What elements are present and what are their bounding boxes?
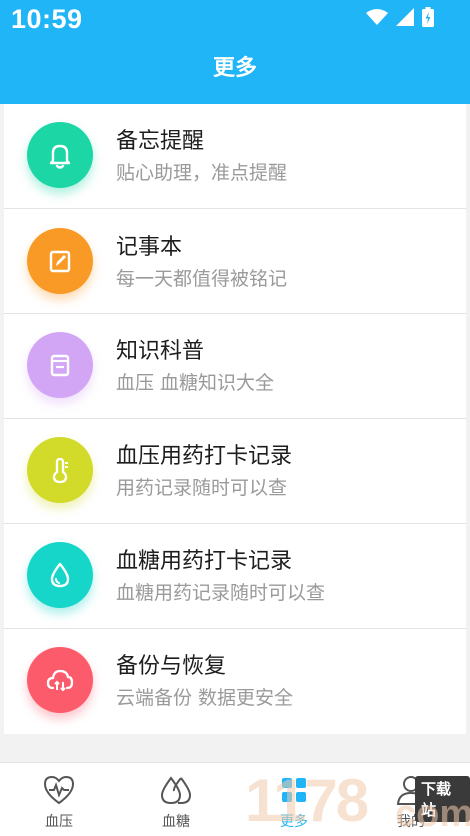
menu-item-bp-medication[interactable]: 血压用药打卡记录 用药记录随时可以查	[4, 419, 466, 524]
menu-item-backup-restore[interactable]: 备份与恢复 云端备份 数据更安全	[4, 629, 466, 734]
tab-label: 血压	[45, 814, 73, 830]
menu-item-notebook[interactable]: 记事本 每一天都值得被铭记	[4, 209, 466, 314]
menu-item-bg-medication[interactable]: 血糖用药打卡记录 血糖用药记录随时可以查	[4, 524, 466, 629]
heart-pulse-icon	[43, 775, 75, 805]
grid-icon	[282, 778, 306, 802]
menu-item-title: 备忘提醒	[116, 129, 205, 154]
menu-item-memo-reminder[interactable]: 备忘提醒 贴心助理，准点提醒	[4, 104, 466, 209]
wifi-icon	[366, 9, 388, 25]
tab-blood-glucose[interactable]: 血糖	[117, 763, 235, 836]
menu-item-title: 知识科普	[116, 339, 205, 364]
tab-label: 我的	[397, 814, 425, 830]
menu-item-subtitle: 用药记录随时可以查	[116, 477, 288, 499]
menu-item-knowledge[interactable]: 知识科普 血压 血糖知识大全	[4, 314, 466, 419]
page-title: 更多	[212, 56, 257, 81]
menu-item-title: 血压用药打卡记录	[116, 444, 293, 469]
menu-item-title: 血糖用药打卡记录	[116, 549, 293, 574]
menu-item-subtitle: 血压 血糖知识大全	[116, 372, 275, 394]
tab-label: 血糖	[162, 814, 190, 830]
bell-icon	[27, 122, 93, 188]
tab-mine[interactable]: 我的	[352, 763, 470, 836]
status-time: 10:59	[11, 4, 83, 34]
book-icon	[27, 332, 93, 398]
menu-item-subtitle: 每一天都值得被铭记	[116, 268, 288, 290]
menu-item-subtitle: 贴心助理，准点提醒	[116, 162, 288, 184]
tab-blood-pressure[interactable]: 血压	[0, 763, 118, 836]
menu-item-subtitle: 血糖用药记录随时可以查	[116, 582, 326, 604]
status-icons	[366, 6, 434, 28]
cloud-sync-icon	[27, 647, 93, 713]
person-icon	[396, 776, 426, 805]
drop-icon	[27, 542, 93, 608]
menu-item-title: 记事本	[116, 235, 183, 260]
app-header: 10:59 更多	[0, 0, 470, 104]
battery-icon	[422, 7, 434, 27]
edit-note-icon	[27, 228, 93, 294]
bottom-tab-bar: 血压 血糖 更多 我的	[0, 762, 470, 836]
drops-icon	[160, 776, 192, 805]
tab-label: 更多	[280, 814, 308, 830]
menu-item-title: 备份与恢复	[116, 654, 227, 679]
menu-item-subtitle: 云端备份 数据更安全	[116, 687, 294, 709]
tab-more[interactable]: 更多	[235, 763, 353, 836]
thermometer-icon	[27, 437, 93, 503]
signal-icon	[396, 8, 414, 26]
more-menu-list: 备忘提醒 贴心助理，准点提醒 记事本 每一天都值得被铭记 知识科普 血压 血糖知…	[4, 104, 466, 734]
